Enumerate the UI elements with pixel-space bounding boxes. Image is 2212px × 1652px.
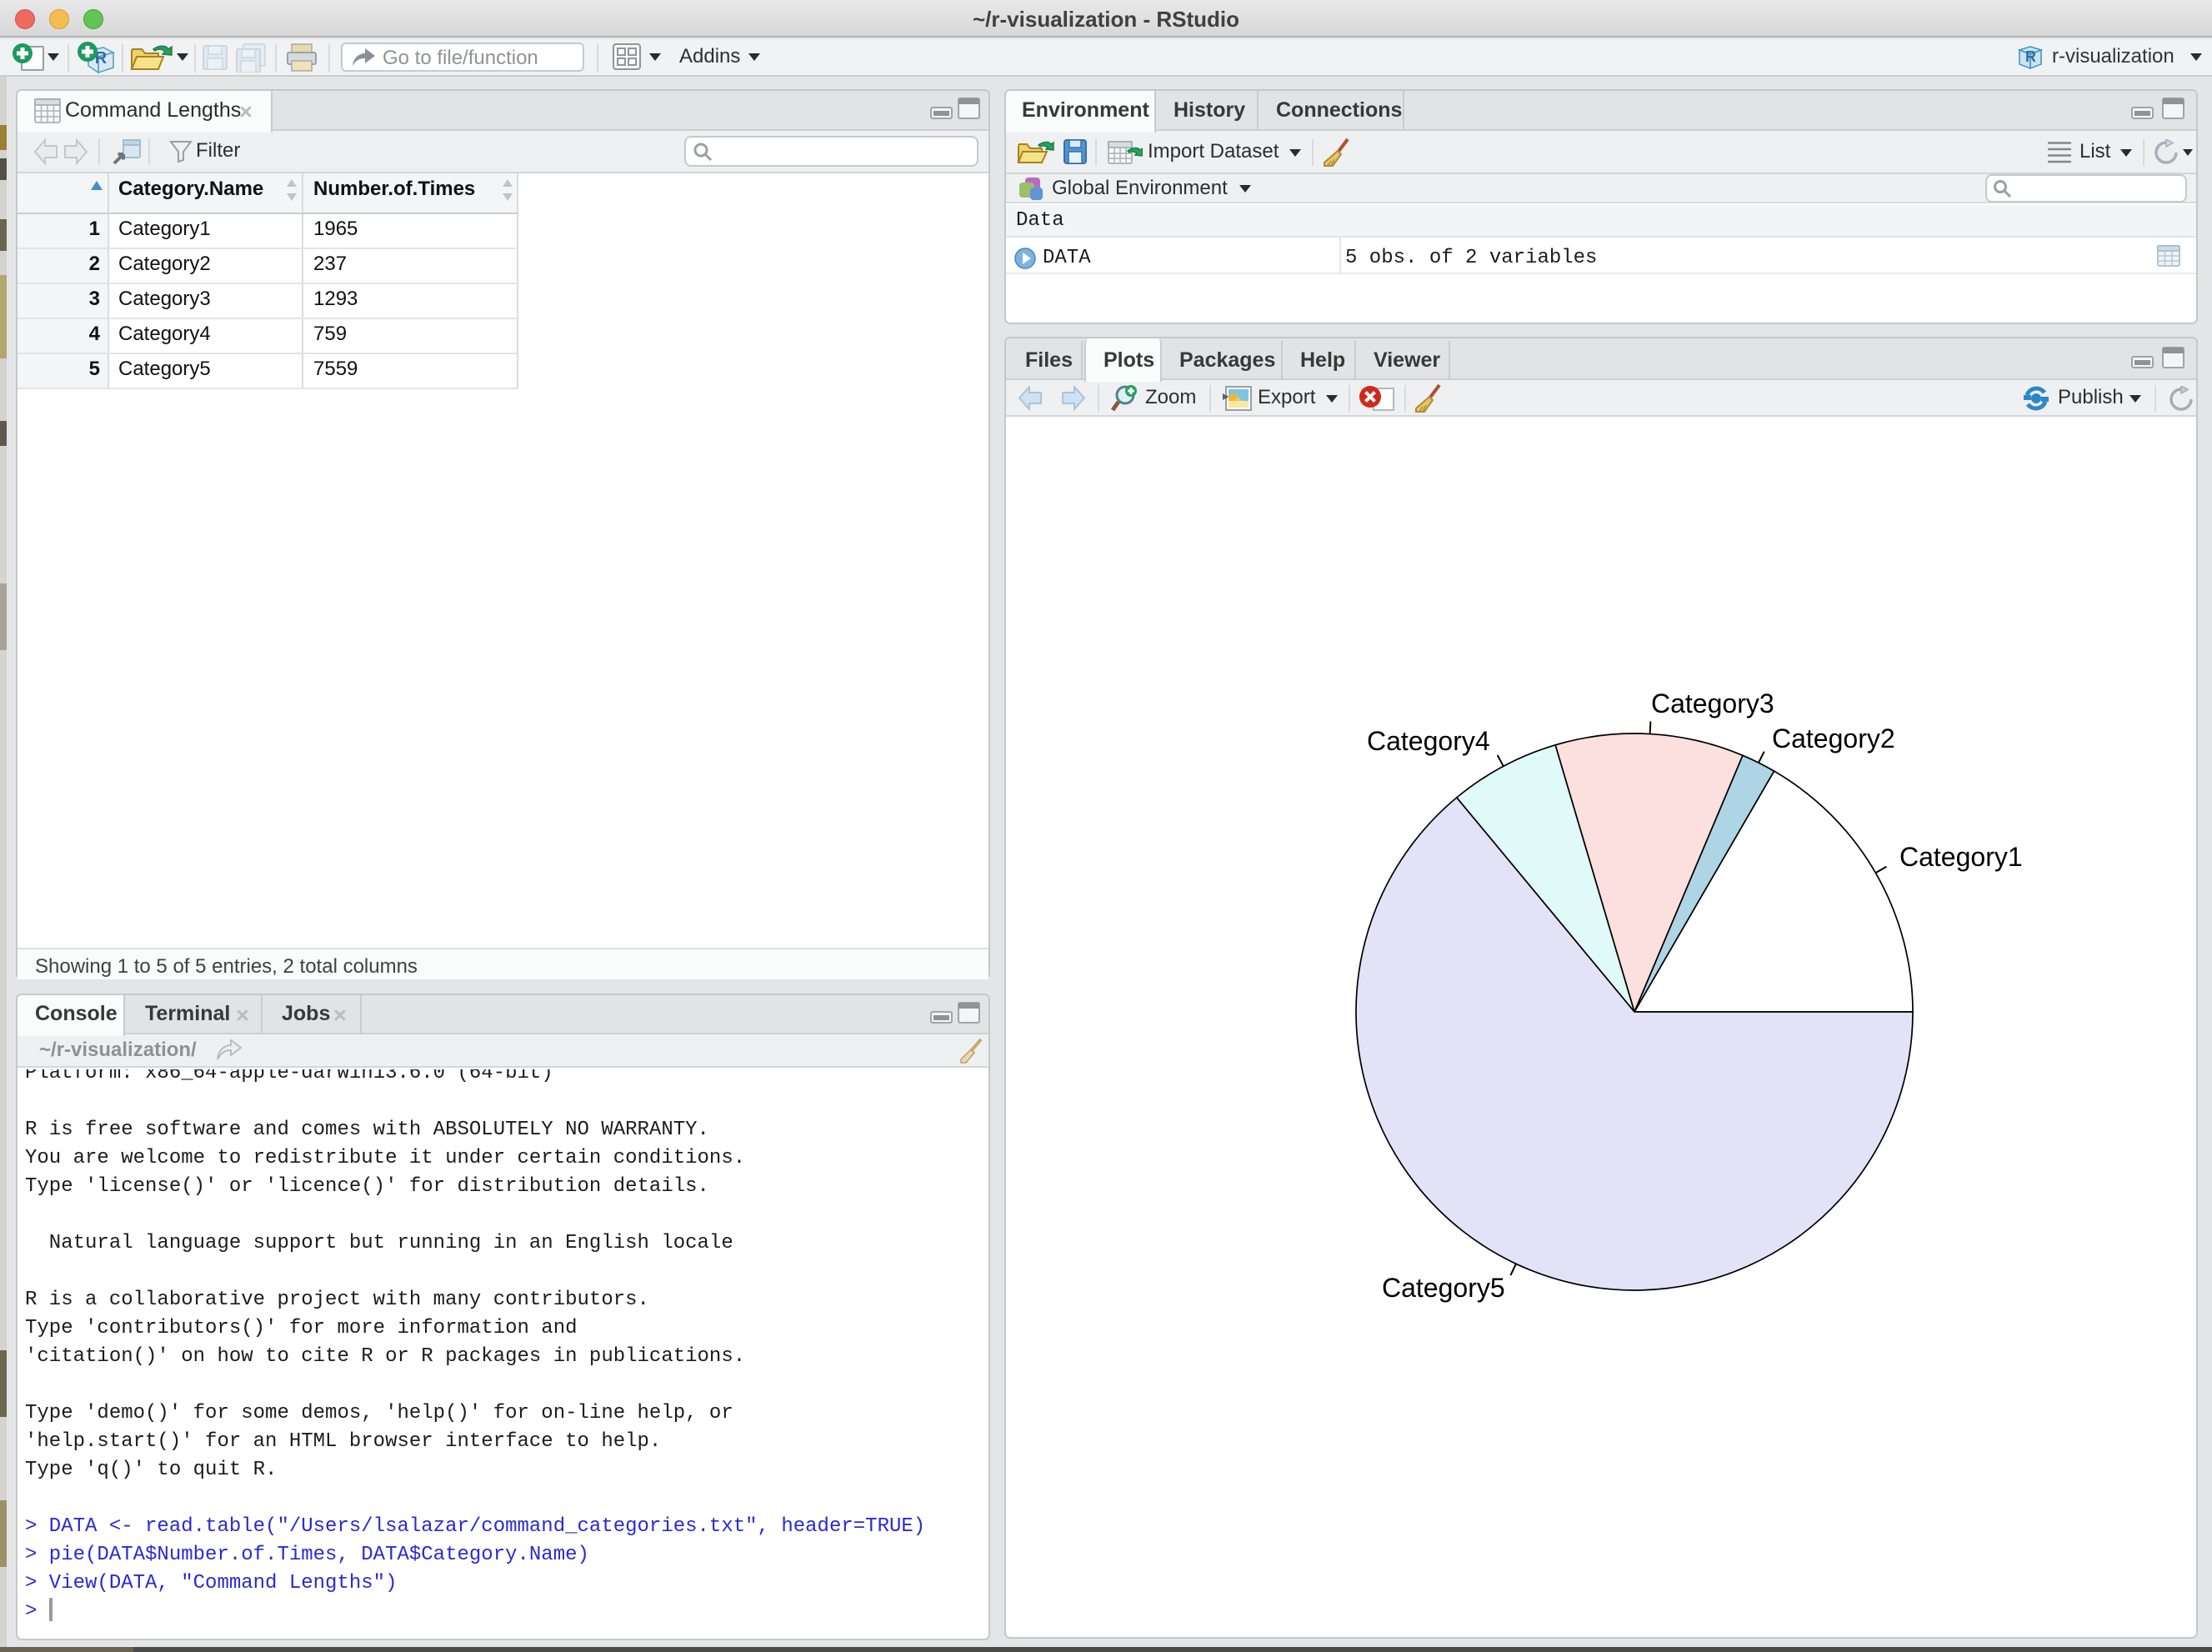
svg-text:Category5: Category5 — [1382, 1273, 1505, 1303]
svg-text:Category2: Category2 — [1772, 723, 1895, 753]
svg-text:Category1: Category1 — [1899, 842, 2023, 872]
svg-text:R: R — [2025, 48, 2036, 65]
svg-text:Category3: Category3 — [1651, 688, 1774, 718]
svg-text:Category4: Category4 — [1367, 726, 1490, 756]
